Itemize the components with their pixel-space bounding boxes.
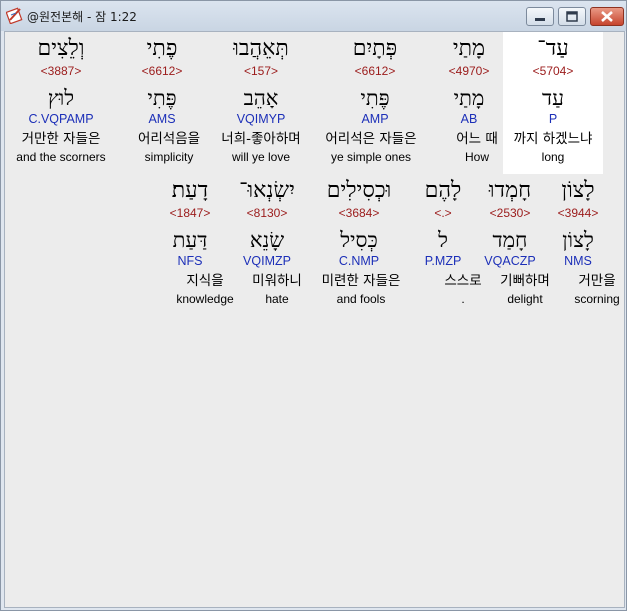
word-cell[interactable]: פְּתָיִם <6612> פֶּתִי AMP 어리석은 자들은 ye s…	[321, 32, 429, 174]
english-gloss: .	[461, 292, 465, 306]
hebrew-word: וְלֵצִים	[37, 36, 85, 61]
hebrew-word: פֶתִי	[146, 36, 178, 61]
lemma: עַד	[542, 86, 564, 110]
hebrew-word: לָהֶם	[424, 178, 462, 203]
title-bar[interactable]: @원전본해 - 잠 1:22	[1, 1, 626, 31]
strong-number[interactable]: <3684>	[311, 206, 407, 220]
strong-number[interactable]: <3944>	[547, 206, 609, 220]
parsing-code: VQIMYP	[236, 112, 286, 126]
interlinear-panel: עַד־ <5704> עַד P 까지 하겠느냐 long מָתַי <49…	[4, 31, 625, 608]
strong-number[interactable]: <4970>	[427, 64, 511, 78]
parsing-code: AB	[460, 112, 478, 126]
word-cell[interactable]: מָתַי <4970> מָתַי AB 어느 때 How	[427, 32, 511, 174]
maximize-button[interactable]	[558, 7, 586, 26]
lemma: שָׂנֵא	[249, 228, 285, 252]
parsing-code: C.NMP	[338, 254, 380, 268]
lemma: חָמַד	[492, 228, 528, 252]
lemma: ל	[438, 228, 448, 252]
korean-gloss: 어느 때	[456, 131, 498, 147]
parsing-code: AMP	[361, 112, 389, 126]
english-gloss: knowledge	[176, 292, 234, 306]
strong-number[interactable]: <157>	[211, 64, 311, 78]
lemma: לוּץ	[47, 86, 75, 110]
parsing-code: NFS	[177, 254, 203, 268]
parsing-code: P	[548, 112, 558, 126]
lemma: לָצוֹן	[562, 228, 594, 252]
parsing-code: VQACZP	[484, 254, 536, 268]
word-cell[interactable]: לָהֶם <.> ל P.MZP 스스로 .	[413, 174, 482, 316]
word-cell[interactable]: וְלֵצִים <3887> לוּץ C.VQPAMP 거만한 자들은 an…	[11, 32, 111, 174]
hebrew-word: תְּאֵהֲבוּ	[233, 36, 289, 61]
minimize-button[interactable]	[526, 7, 554, 26]
hebrew-word: פְּתָיִם	[352, 36, 398, 61]
close-button[interactable]	[590, 7, 624, 26]
korean-gloss: 스스로	[444, 273, 482, 289]
book-pen-icon[interactable]	[6, 7, 23, 24]
korean-gloss: 어리석은 자들은	[325, 131, 417, 147]
hebrew-word: מָתַי	[452, 36, 486, 61]
parsing-code: AMS	[148, 112, 176, 126]
hebrew-word: עַד־	[537, 36, 569, 61]
lemma: פֶּתִי	[360, 86, 390, 110]
korean-gloss: 거만한 자들은	[21, 131, 101, 147]
window-title: @원전본해 - 잠 1:22	[27, 10, 137, 24]
hebrew-word: חָמְדוּ	[488, 178, 532, 203]
strong-number[interactable]: <.>	[413, 206, 473, 220]
maximize-icon	[566, 11, 578, 22]
english-gloss: simplicity	[144, 150, 194, 164]
hebrew-word: לָצוֹן	[561, 178, 595, 203]
lemma: דַּעַת	[172, 228, 208, 252]
word-cell[interactable]: פֶתִי <6612> פֶּתִי AMS 어리석음을 simplicity	[119, 32, 205, 174]
lemma: כְּסִיל	[340, 228, 378, 252]
strong-number[interactable]: <1847>	[155, 206, 225, 220]
strong-number[interactable]: <8130>	[227, 206, 307, 220]
strong-number[interactable]: <6612>	[119, 64, 205, 78]
word-cell[interactable]: דָעַת׃ <1847> דַּעַת NFS 지식을 knowledge	[155, 174, 234, 316]
close-icon	[601, 11, 613, 22]
app-window: @원전본해 - 잠 1:22 עַד־ <5704> עַד P 까지 하겠느냐…	[0, 0, 627, 611]
strong-number[interactable]: <5704>	[503, 64, 603, 78]
english-gloss: and the scorners	[16, 150, 106, 164]
strong-number[interactable]: <3887>	[11, 64, 111, 78]
parsing-code: VQIMZP	[243, 254, 291, 268]
parsing-code: P.MZP	[424, 254, 462, 268]
korean-gloss: 지식을	[186, 273, 224, 289]
english-gloss: ye simple ones	[330, 150, 412, 164]
parsing-code: NMS	[564, 254, 592, 268]
korean-gloss: 어리석음을	[137, 131, 201, 147]
hebrew-word: יִשְׂנְאוּ־	[239, 178, 295, 203]
strong-number[interactable]: <6612>	[321, 64, 429, 78]
hebrew-word: וּכְסִילִים	[326, 178, 392, 203]
hebrew-word: דָעַת׃	[171, 178, 209, 203]
lemma: אָהֵב	[243, 86, 279, 110]
strong-number[interactable]: <2530>	[475, 206, 545, 220]
english-gloss: How	[464, 150, 489, 164]
minimize-icon	[535, 18, 545, 21]
parsing-code: C.VQPAMP	[28, 112, 94, 126]
lemma: מָתַי	[453, 86, 485, 110]
lemma: פֶּתִי	[147, 86, 177, 110]
